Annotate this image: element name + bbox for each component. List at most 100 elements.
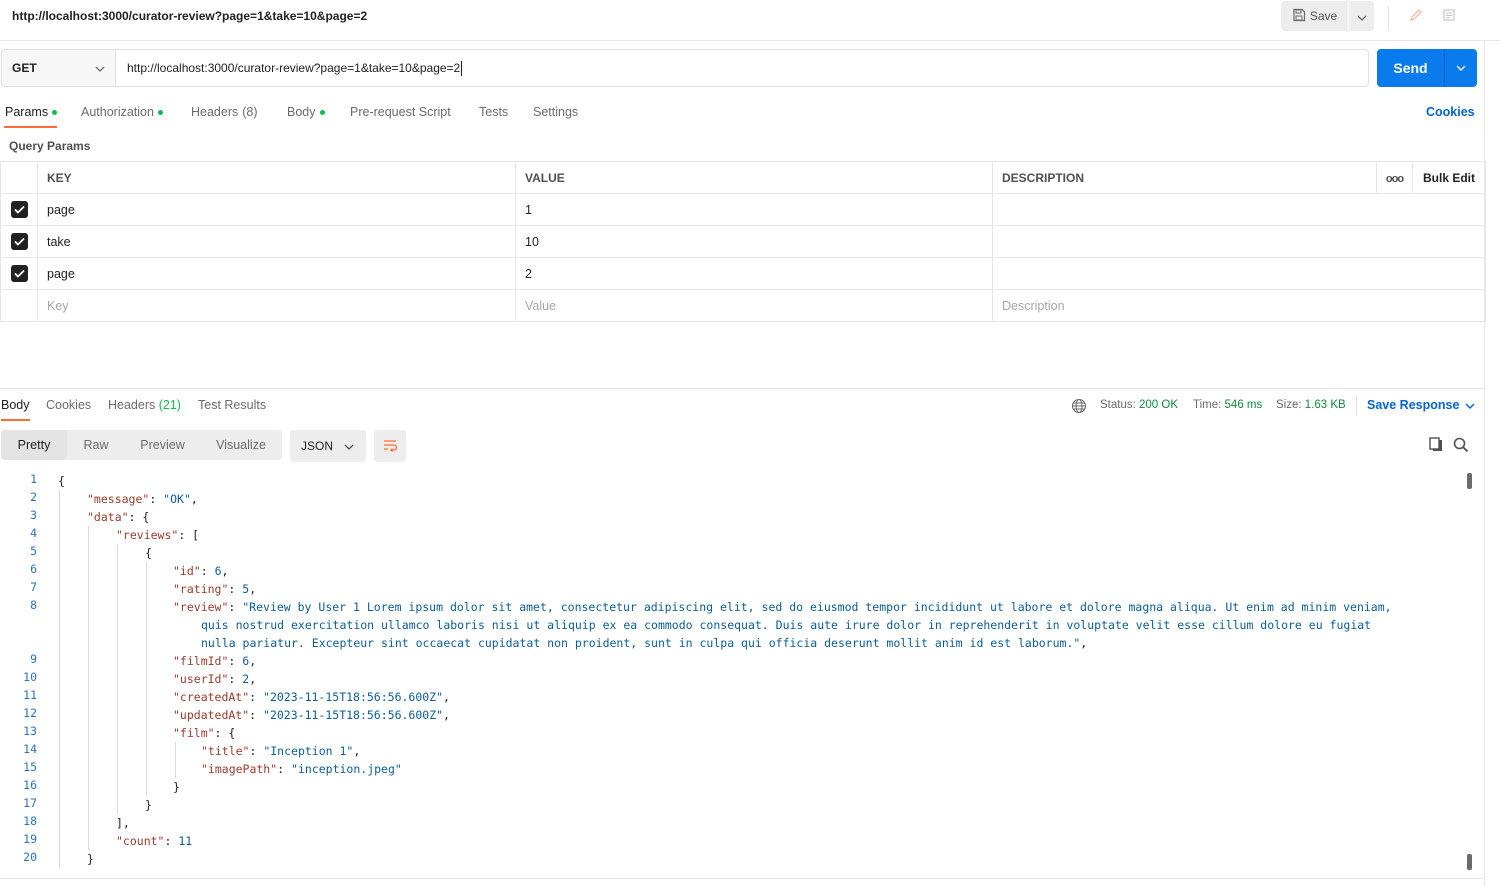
response-tab-cookies[interactable]: Cookies [46, 398, 91, 412]
tab-authorization[interactable]: Authorization [81, 105, 163, 119]
line-number: 12 [23, 706, 37, 720]
json-key: "count" [116, 834, 165, 848]
globe-icon[interactable] [1071, 398, 1087, 417]
json-value: "2023-11-15T18:56:56.600Z" [263, 690, 444, 704]
line-number: 3 [30, 508, 37, 522]
line-number: 1 [30, 472, 37, 486]
response-tab-test-results[interactable]: Test Results [198, 398, 266, 412]
tab-body[interactable]: Body [287, 105, 325, 119]
status-dot [52, 109, 58, 115]
code-line-wrapped: quis nostrud exercitation ullamco labori… [201, 616, 1371, 634]
param-description[interactable] [992, 257, 1486, 290]
checkbox[interactable] [10, 233, 28, 250]
response-body-viewer[interactable]: 1 2 3 4 5 6 7 8 9 10 11 12 13 14 15 16 1… [0, 472, 1465, 877]
response-divider[interactable] [0, 388, 1485, 389]
view-visualize-button[interactable]: Visualize [200, 430, 282, 460]
row-checkbox-cell [0, 225, 38, 258]
response-tab-body[interactable]: Body [1, 398, 30, 412]
line-number: 5 [30, 544, 37, 558]
checkbox[interactable] [10, 201, 28, 218]
divider [1388, 6, 1389, 30]
checkbox[interactable] [10, 265, 28, 282]
tab-settings-label: Settings [533, 105, 579, 119]
chevron-down-icon [1456, 65, 1466, 71]
tab-body-label: Body [287, 105, 316, 119]
tab-settings[interactable]: Settings [533, 105, 578, 119]
param-key[interactable]: take [37, 225, 516, 258]
indent-guide [88, 526, 89, 850]
code-line: "count": 11 [116, 834, 193, 848]
value-input[interactable]: Value [515, 289, 993, 322]
request-title[interactable]: http://localhost:3000/curator-review?pag… [12, 9, 367, 23]
line-number: 6 [30, 562, 37, 576]
documentation-button[interactable] [1434, 1, 1464, 31]
send-dropdown[interactable] [1445, 65, 1477, 71]
tab-prerequest-script[interactable]: Pre-request Script [350, 105, 451, 119]
key-input[interactable]: Key [37, 289, 516, 322]
headers-count: (8) [242, 105, 258, 119]
param-value[interactable]: 1 [515, 193, 993, 226]
method-select[interactable]: GET [1, 49, 116, 87]
table-row: take 10 [0, 225, 1486, 258]
search-icon[interactable] [1453, 437, 1469, 456]
save-button[interactable]: Save [1281, 1, 1348, 31]
scrollbar-thumb[interactable] [1467, 473, 1472, 489]
line-number: 20 [23, 850, 37, 864]
status-label: Status: [1100, 399, 1136, 411]
save-dropdown-button[interactable] [1349, 1, 1374, 31]
scrollbar-thumb[interactable] [1467, 854, 1472, 870]
query-params-title: Query Params [9, 139, 91, 153]
line-number: 14 [23, 742, 37, 756]
json-value: 11 [178, 834, 193, 848]
copy-icon[interactable] [1428, 437, 1444, 456]
view-raw-button[interactable]: Raw [67, 430, 125, 460]
time-label: Time: [1193, 399, 1222, 411]
tab-params[interactable]: Params [5, 105, 58, 119]
send-button[interactable]: Send [1377, 49, 1477, 87]
line-number: 15 [23, 760, 37, 774]
active-tab-indicator [1, 419, 30, 421]
save-response-button[interactable]: Save Response [1367, 398, 1475, 412]
scrollbar[interactable] [1465, 472, 1473, 877]
tab-headers[interactable]: Headers (8) [191, 105, 258, 119]
indent-guide [59, 490, 60, 868]
value-column-header: VALUE [515, 161, 993, 194]
status-readout[interactable]: Status: 200 OK [1100, 399, 1178, 411]
more-options-button[interactable]: ooo [1376, 161, 1413, 194]
description-input[interactable]: Description [992, 289, 1486, 322]
size-readout[interactable]: Size: 1.63 KB [1276, 399, 1346, 411]
code-line: "reviews": [ [116, 528, 200, 542]
ellipsis-icon: ooo [1385, 172, 1404, 185]
line-number: 17 [23, 796, 37, 810]
param-description[interactable] [992, 193, 1486, 226]
cookies-link[interactable]: Cookies [1426, 105, 1475, 119]
param-key[interactable]: page [37, 257, 516, 290]
json-value: "inception.jpeg" [291, 762, 402, 776]
param-value[interactable]: 2 [515, 257, 993, 290]
chevron-down-icon [1465, 398, 1475, 412]
url-input[interactable]: http://localhost:3000/curator-review?pag… [116, 49, 1369, 87]
view-pretty-button[interactable]: Pretty [1, 430, 67, 460]
tab-tests[interactable]: Tests [479, 105, 508, 119]
save-label: Save [1309, 9, 1338, 23]
json-key: "createdAt" [173, 690, 250, 704]
wrap-lines-button[interactable] [374, 430, 406, 462]
chevron-down-icon [95, 61, 105, 75]
indent-guide [117, 544, 118, 814]
bulk-edit-button[interactable]: Bulk Edit [1412, 161, 1486, 194]
json-value: 6 [214, 564, 222, 578]
json-value: "OK" [163, 492, 191, 506]
param-key[interactable]: page [37, 193, 516, 226]
code-line: "imagePath": "inception.jpeg" [201, 762, 402, 776]
save-icon [1292, 8, 1306, 25]
description-column-header: DESCRIPTION [992, 161, 1377, 194]
line-number: 7 [30, 580, 37, 594]
json-value: nulla pariatur. Excepteur sint occaecat … [201, 636, 1081, 650]
edit-button[interactable] [1401, 1, 1431, 31]
response-tab-headers[interactable]: Headers (21) [108, 398, 181, 412]
param-value[interactable]: 10 [515, 225, 993, 258]
param-description[interactable] [992, 225, 1486, 258]
view-preview-button[interactable]: Preview [125, 430, 200, 460]
format-select[interactable]: JSON [290, 430, 366, 462]
time-readout[interactable]: Time: 546 ms [1193, 399, 1262, 411]
